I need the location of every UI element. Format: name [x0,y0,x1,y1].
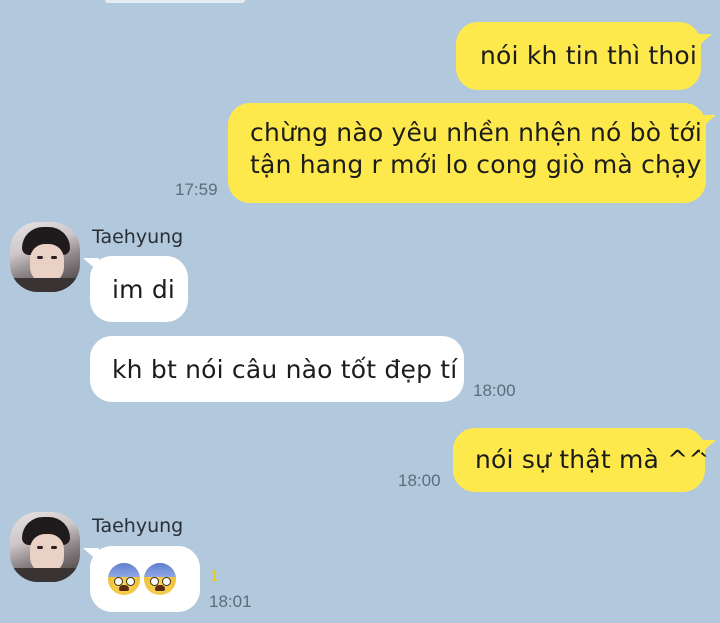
message-timestamp: 18:00 [398,471,441,490]
avatar-shirt [10,568,80,582]
their-message-bubble[interactable]: kh bt nói câu nào tốt đẹp tí [90,336,464,402]
message-text: nói sự thật mà ^^ [475,445,710,474]
avatar-eye [51,256,57,259]
my-message-bubble[interactable]: nói kh tin thì thoi [456,22,701,90]
emoji-row [108,563,200,595]
bubble-tail [696,34,712,48]
sender-name: Taehyung [92,515,184,537]
avatar-eye [51,546,57,549]
message-text: nói kh tin thì thoi [480,41,698,70]
message-text-line: chừng nào yêu nhền nhện nó bò tới [250,118,703,147]
avatar-shirt [10,278,80,292]
message-text-line: tận hang r mới lo cong giò mà chạy [250,150,702,179]
bubble-tail [700,115,716,129]
anxious-face-emoji [144,563,176,595]
message-text: im di [112,275,176,304]
avatar-eye [37,256,43,259]
bubble-tail [700,440,716,454]
previous-message-edge [105,0,245,3]
their-message-bubble[interactable]: im di [90,256,188,322]
sender-name: Taehyung [92,226,184,248]
message-timestamp: 18:00 [473,381,516,400]
my-message-bubble[interactable]: chừng nào yêu nhền nhện nó bò tới tận ha… [228,103,706,203]
avatar-eye [37,546,43,549]
their-message-bubble[interactable] [90,546,200,612]
my-message-bubble[interactable]: nói sự thật mà ^^ [453,428,709,492]
unread-count: 1 [210,568,219,585]
avatar[interactable] [10,222,80,292]
anxious-face-emoji [108,563,140,595]
message-timestamp: 18:01 [209,592,252,611]
message-text: kh bt nói câu nào tốt đẹp tí [112,355,458,384]
avatar[interactable] [10,512,80,582]
message-timestamp: 17:59 [175,180,218,199]
chat-view[interactable]: nói kh tin thì thoi chừng nào yêu nhền n… [0,0,720,623]
